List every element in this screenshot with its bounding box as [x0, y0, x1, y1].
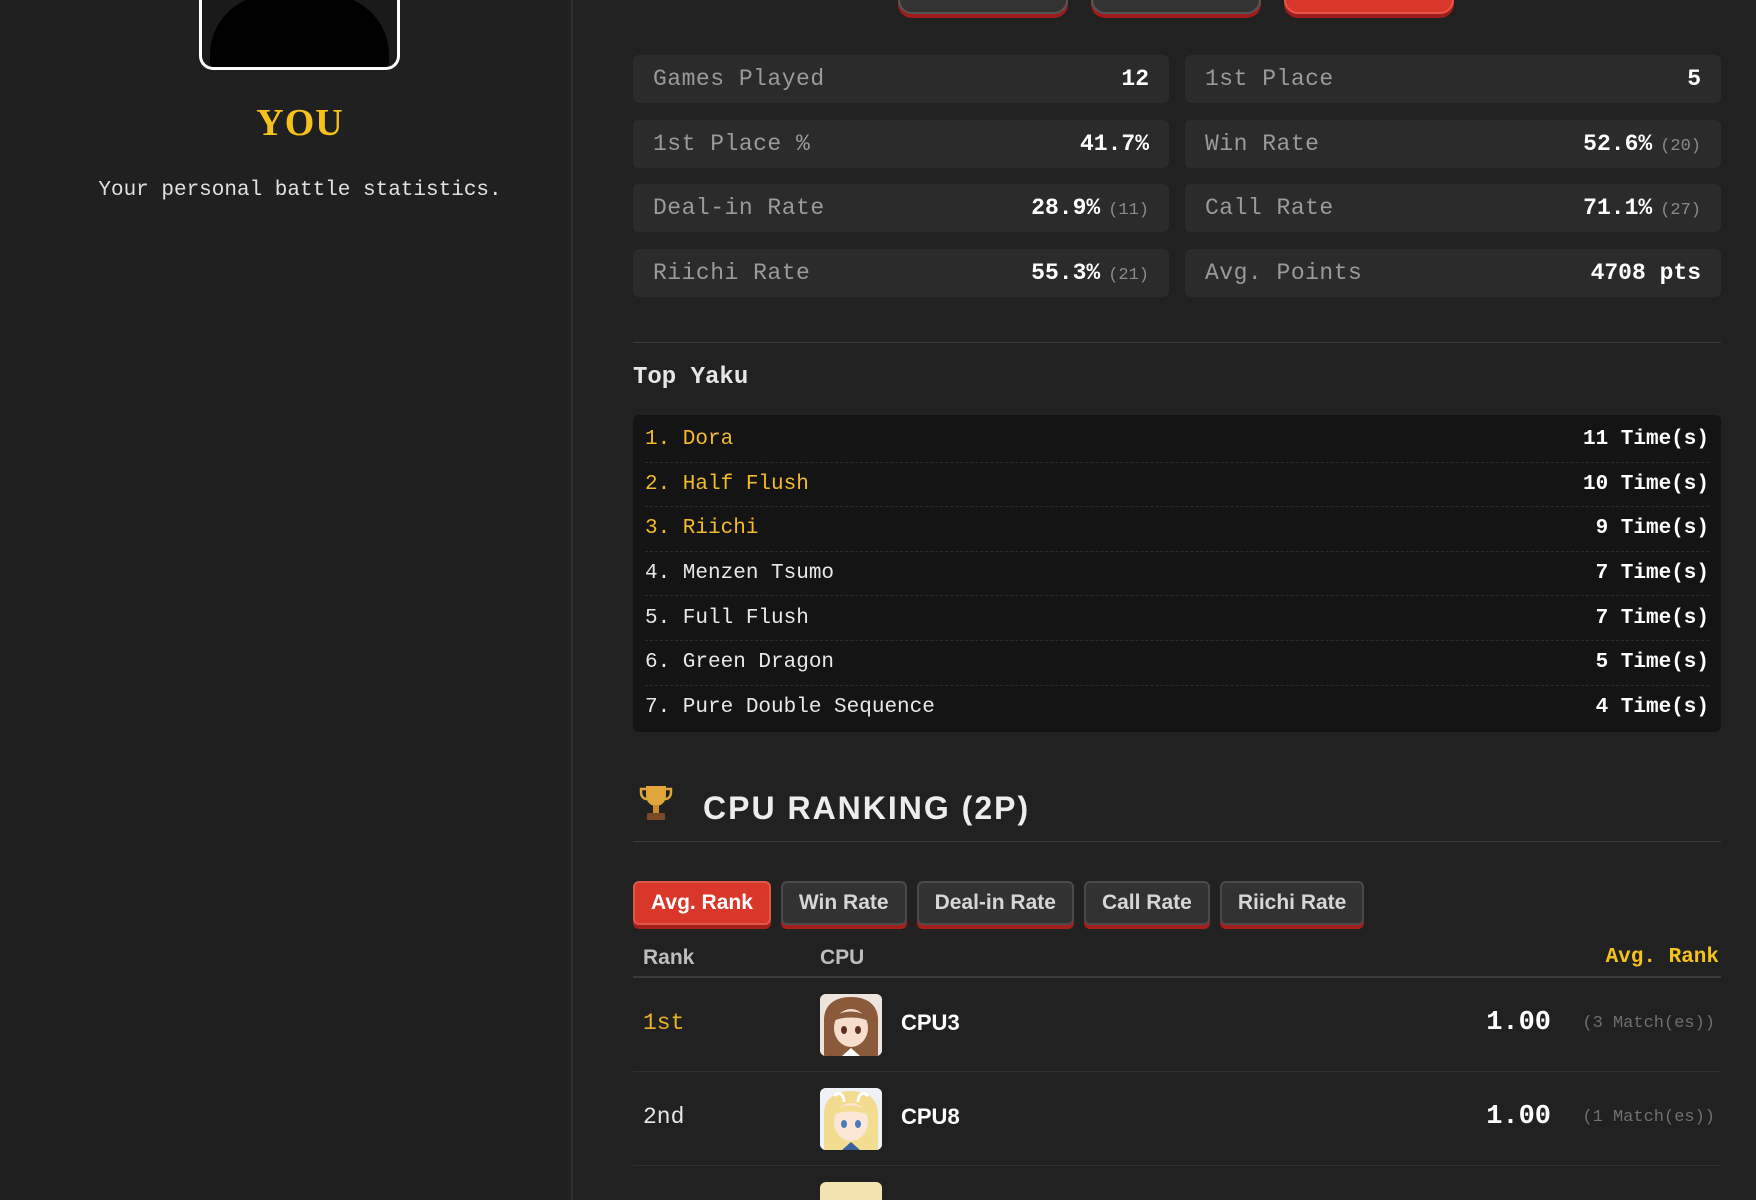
match-count: (1 Match(es)) [1582, 1108, 1715, 1127]
stat-games-played: Games Played 12 [633, 55, 1169, 103]
ranking-table-header: Rank CPU Avg. Rank [633, 946, 1721, 978]
stat-value: 28.9% [1031, 195, 1101, 221]
divider [633, 342, 1721, 343]
mode-tab-2[interactable] [1091, 0, 1261, 14]
stat-value: 71.1% [1583, 195, 1653, 221]
list-item: 2. Half Flush 10 Time(s) [645, 463, 1709, 508]
cpu-ranking-header: CPU RANKING (2P) [639, 784, 1030, 833]
yaku-name: 7. Pure Double Sequence [645, 696, 935, 720]
stat-sub: (21) [1108, 266, 1149, 285]
yaku-name: 3. Riichi [645, 517, 759, 541]
yaku-count: 10 Time(s) [1582, 472, 1709, 496]
stat-label: Win Rate [1205, 131, 1320, 157]
stat-value: 4708 pts [1590, 260, 1701, 286]
yaku-name: 6. Green Dragon [645, 651, 835, 675]
mode-tab-3[interactable] [1284, 0, 1454, 14]
top-yaku-list: 1. Dora 11 Time(s) 2. Half Flush 10 Time… [633, 415, 1721, 732]
stat-value: 41.7% [1079, 131, 1149, 157]
list-item: 7. Pure Double Sequence 4 Time(s) [645, 686, 1709, 731]
table-row[interactable]: 1st CPU3 1.00 (3 Match(es)) [633, 978, 1721, 1072]
stat-label: Deal-in Rate [653, 195, 825, 221]
stat-label: Riichi Rate [653, 260, 811, 286]
metric-value: 1.00 [1486, 1008, 1551, 1038]
cpu-avatar [820, 994, 882, 1056]
top-yaku-title: Top Yaku [633, 364, 749, 391]
yaku-name: 4. Menzen Tsumo [645, 562, 835, 586]
rank-cell: 1st [643, 1010, 685, 1036]
yaku-count: 5 Time(s) [1595, 651, 1709, 675]
cpu-ranking-title: CPU RANKING (2P) [703, 790, 1031, 826]
match-count: (3 Match(es)) [1582, 1014, 1715, 1033]
stat-riichi-rate: Riichi Rate 55.3% (21) [633, 249, 1169, 297]
stat-value: 52.6% [1583, 131, 1653, 157]
stat-label: Games Played [653, 66, 825, 92]
list-item: 3. Riichi 9 Time(s) [645, 507, 1709, 552]
tab-win-rate[interactable]: Win Rate [780, 881, 907, 925]
player-avatar [199, 0, 400, 70]
column-header-cpu: CPU [820, 946, 865, 969]
list-item: 5. Full Flush 7 Time(s) [645, 596, 1709, 641]
yaku-name: 2. Half Flush [645, 472, 809, 496]
column-header-metric: Avg. Rank [1605, 946, 1719, 969]
ranking-tabs: Avg. Rank Win Rate Deal-in Rate Call Rat… [633, 881, 1365, 925]
list-item: 6. Green Dragon 5 Time(s) [645, 641, 1709, 686]
stat-sub: (27) [1660, 201, 1701, 220]
player-name: YOU [256, 102, 344, 144]
yaku-name: 1. Dora [645, 428, 734, 452]
stat-label: 1st Place [1205, 66, 1334, 92]
stat-label: Avg. Points [1205, 260, 1363, 286]
trophy-icon [639, 784, 689, 833]
yaku-count: 7 Time(s) [1595, 562, 1709, 586]
mode-tab-1[interactable] [898, 0, 1068, 14]
stat-value: 12 [1121, 66, 1149, 92]
stat-value: 5 [1687, 66, 1701, 92]
stat-first-place: 1st Place 5 [1185, 55, 1721, 103]
yaku-count: 9 Time(s) [1595, 517, 1709, 541]
stat-first-place-pct: 1st Place % 41.7% [633, 120, 1169, 168]
cpu-avatar [820, 1088, 882, 1150]
divider [633, 841, 1721, 842]
tab-deal-in-rate[interactable]: Deal-in Rate [916, 881, 1074, 925]
yaku-count: 7 Time(s) [1595, 606, 1709, 630]
metric-value: 1.00 [1486, 1102, 1551, 1132]
stat-sub: (11) [1108, 201, 1149, 220]
stat-label: Call Rate [1205, 195, 1334, 221]
stat-win-rate: Win Rate 52.6% (20) [1185, 120, 1721, 168]
stat-value: 55.3% [1031, 260, 1101, 286]
tab-riichi-rate[interactable]: Riichi Rate [1219, 881, 1365, 925]
stat-sub: (20) [1660, 137, 1701, 156]
player-description: Your personal battle statistics. [98, 179, 502, 202]
stat-avg-points: Avg. Points 4708 pts [1185, 249, 1721, 297]
yaku-name: 5. Full Flush [645, 606, 809, 630]
stat-call-rate: Call Rate 71.1% (27) [1185, 184, 1721, 232]
table-row[interactable]: 2nd CPU8 1.00 (1 Match(es)) [633, 1072, 1721, 1166]
stat-label: 1st Place % [653, 131, 811, 157]
cpu-avatar [820, 1182, 882, 1200]
list-item: 1. Dora 11 Time(s) [645, 418, 1709, 463]
table-row[interactable] [633, 1166, 1721, 1200]
stat-deal-in-rate: Deal-in Rate 28.9% (11) [633, 184, 1169, 232]
cpu-name: CPU8 [901, 1104, 960, 1129]
yaku-count: 4 Time(s) [1595, 696, 1709, 720]
tab-avg-rank[interactable]: Avg. Rank [633, 881, 771, 925]
cpu-name: CPU3 [901, 1010, 960, 1035]
yaku-count: 11 Time(s) [1582, 428, 1709, 452]
rank-cell: 2nd [643, 1104, 685, 1130]
column-header-rank: Rank [643, 946, 695, 969]
list-item: 4. Menzen Tsumo 7 Time(s) [645, 552, 1709, 597]
profile-panel: YOU Your personal battle statistics. [0, 0, 573, 1200]
tab-call-rate[interactable]: Call Rate [1083, 881, 1210, 925]
avatar-silhouette-icon [210, 0, 389, 67]
